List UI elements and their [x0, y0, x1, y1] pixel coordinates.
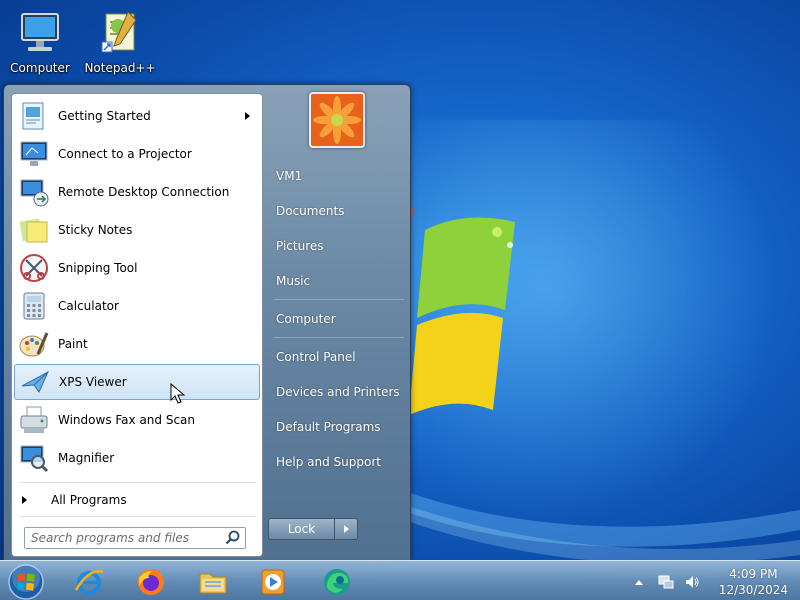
- file-explorer-icon: [199, 573, 227, 594]
- divider: [20, 482, 256, 483]
- start-menu-programs-pane: Getting Started Connect to a Projector R…: [11, 93, 263, 557]
- taskbar-file-explorer[interactable]: [190, 564, 236, 600]
- program-item-xps-viewer[interactable]: XPS Viewer: [14, 364, 260, 400]
- triangle-right-icon: [22, 496, 27, 504]
- user-account-picture[interactable]: [309, 92, 365, 148]
- fax-scan-icon: [20, 406, 48, 433]
- show-hidden-icons-button[interactable]: [634, 579, 643, 585]
- program-item-paint[interactable]: Paint: [14, 326, 260, 362]
- notepad-plus-plus-icon: [101, 11, 137, 53]
- right-item-label: Music: [276, 274, 311, 288]
- taskbar: 4:09 PM 12/30/2024: [0, 560, 800, 600]
- paint-icon: [19, 332, 49, 357]
- program-item-remote-desktop[interactable]: Remote Desktop Connection: [14, 174, 260, 210]
- all-programs-label: All Programs: [51, 493, 127, 507]
- program-label: Sticky Notes: [58, 223, 133, 237]
- remote-desktop-icon: [20, 179, 49, 207]
- program-item-snipping-tool[interactable]: Snipping Tool: [14, 250, 260, 286]
- firefox-icon: [138, 569, 164, 595]
- program-label: Connect to a Projector: [58, 147, 192, 161]
- clock-time: 4:09 PM: [729, 567, 778, 581]
- right-item-default-programs[interactable]: Default Programs: [270, 413, 408, 441]
- start-button[interactable]: [6, 562, 46, 600]
- program-label: Paint: [58, 337, 88, 351]
- taskbar-edge[interactable]: [314, 564, 360, 600]
- taskbar-firefox[interactable]: [128, 564, 174, 600]
- program-label: Calculator: [58, 299, 119, 313]
- clock-date: 12/30/2024: [718, 583, 788, 597]
- divider: [274, 337, 404, 338]
- program-label: Magnifier: [58, 451, 115, 465]
- program-item-calculator[interactable]: Calculator: [14, 288, 260, 324]
- lock-label: Lock: [287, 522, 316, 536]
- calculator-icon: [23, 292, 45, 320]
- right-item-label: Default Programs: [276, 420, 381, 434]
- taskbar-internet-explorer[interactable]: [66, 564, 112, 600]
- program-item-sticky-notes[interactable]: Sticky Notes: [14, 212, 260, 248]
- start-menu: Getting Started Connect to a Projector R…: [3, 84, 411, 561]
- magnifier-icon: [20, 445, 49, 473]
- mouse-cursor-icon: [170, 383, 186, 404]
- program-item-getting-started[interactable]: Getting Started: [14, 98, 260, 134]
- desktop-icon-label: Computer: [10, 61, 70, 75]
- right-item-pictures[interactable]: Pictures: [270, 232, 408, 260]
- edge-icon: [324, 569, 350, 595]
- lock-button[interactable]: Lock: [269, 519, 335, 539]
- sticky-notes-icon: [19, 218, 48, 243]
- media-player-icon: [261, 569, 285, 595]
- right-item-label: Devices and Printers: [276, 385, 400, 399]
- right-item-label: Control Panel: [276, 350, 356, 364]
- network-icon[interactable]: [658, 574, 674, 590]
- right-item-label: Documents: [276, 204, 345, 218]
- right-item-user[interactable]: VM1: [270, 162, 408, 190]
- lock-button-group: Lock: [268, 518, 358, 540]
- computer-icon: [21, 13, 59, 51]
- right-item-label: Computer: [276, 312, 336, 326]
- program-item-connect-projector[interactable]: Connect to a Projector: [14, 136, 260, 172]
- all-programs-button[interactable]: All Programs: [22, 490, 127, 510]
- chevron-right-icon: [343, 525, 349, 533]
- system-tray: 4:09 PM 12/30/2024: [634, 565, 788, 599]
- right-item-computer[interactable]: Computer: [270, 305, 408, 333]
- right-item-control-panel[interactable]: Control Panel: [270, 343, 408, 371]
- taskbar-media-player[interactable]: [250, 564, 296, 600]
- program-item-magnifier[interactable]: Magnifier: [14, 440, 260, 476]
- search-input[interactable]: [25, 529, 224, 547]
- projector-icon: [20, 141, 48, 166]
- clock[interactable]: 4:09 PM 12/30/2024: [719, 566, 788, 598]
- desktop-icon-computer[interactable]: Computer: [4, 8, 76, 75]
- divider: [20, 516, 256, 517]
- program-item-fax-scan[interactable]: Windows Fax and Scan: [14, 402, 260, 438]
- program-label: Snipping Tool: [58, 261, 138, 275]
- xps-viewer-icon: [21, 370, 50, 393]
- shutdown-options-button[interactable]: [335, 519, 357, 539]
- right-item-help-support[interactable]: Help and Support: [270, 448, 408, 476]
- snipping-tool-icon: [20, 254, 48, 282]
- right-item-music[interactable]: Music: [270, 267, 408, 295]
- divider: [274, 299, 404, 300]
- search-icon[interactable]: [224, 529, 242, 547]
- program-label: Windows Fax and Scan: [58, 413, 196, 427]
- program-label: XPS Viewer: [59, 375, 127, 389]
- right-item-devices-printers[interactable]: Devices and Printers: [270, 378, 408, 406]
- right-item-label: VM1: [276, 169, 303, 183]
- right-item-label: Help and Support: [276, 455, 381, 469]
- search-box[interactable]: [24, 527, 246, 549]
- submenu-arrow-icon: [245, 112, 250, 120]
- right-item-label: Pictures: [276, 239, 324, 253]
- speaker-icon[interactable]: [684, 574, 700, 590]
- right-item-documents[interactable]: Documents: [270, 197, 408, 225]
- program-label: Getting Started: [58, 109, 151, 123]
- flower-icon: [311, 94, 363, 146]
- windows-logo-wallpaper: [395, 206, 515, 415]
- getting-started-icon: [22, 102, 44, 130]
- program-label: Remote Desktop Connection: [58, 185, 230, 199]
- desktop-icon-notepad-plus-plus[interactable]: Notepad++: [84, 8, 156, 75]
- desktop-icon-label: Notepad++: [84, 61, 156, 75]
- internet-explorer-icon: [74, 570, 104, 595]
